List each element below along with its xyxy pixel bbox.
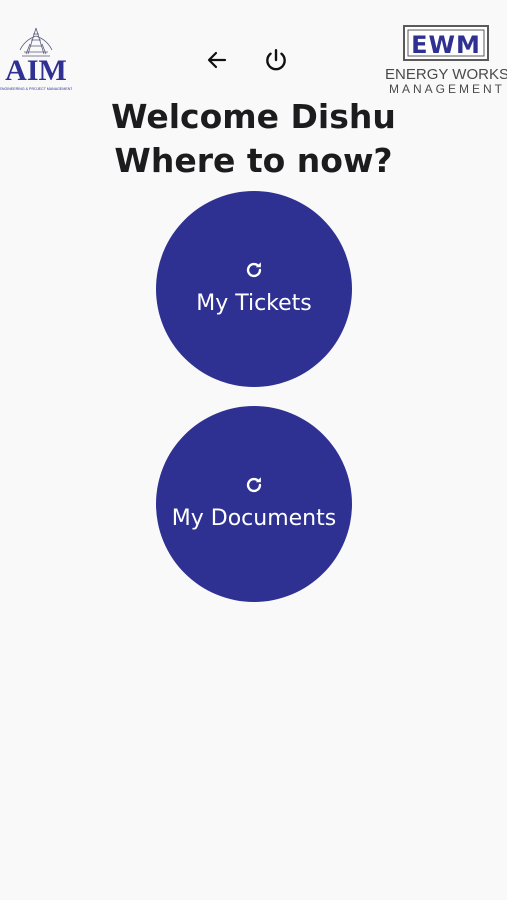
aim-logo-tagline: ENGINEERING & PROJECT MANAGEMENT xyxy=(0,87,72,91)
power-icon xyxy=(266,49,286,71)
aim-logo: AIM ENGINEERING & PROJECT MANAGEMENT xyxy=(0,24,72,96)
my-documents-button[interactable]: My Documents xyxy=(156,406,352,602)
page-title: Welcome Dishu Where to now? xyxy=(0,95,507,183)
refresh-icon xyxy=(246,261,262,277)
my-documents-label: My Documents xyxy=(171,505,337,531)
welcome-text: Welcome Dishu xyxy=(111,97,396,136)
refresh-icon xyxy=(246,476,262,492)
where-to-text: Where to now? xyxy=(114,141,393,180)
ewm-logo-mark: EWM xyxy=(411,31,481,59)
my-tickets-button[interactable]: My Tickets xyxy=(156,191,352,387)
home-screen: AIM ENGINEERING & PROJECT MANAGEMENT EWM… xyxy=(0,0,507,900)
ewm-logo-line1: ENERGY WORKS xyxy=(386,66,507,83)
arrow-left-icon xyxy=(207,51,227,69)
back-button[interactable] xyxy=(201,44,233,76)
ewm-logo: EWM ENERGY WORKS MANAGEMENT xyxy=(386,24,507,98)
logout-button[interactable] xyxy=(260,44,292,76)
ewm-logo-line2: MANAGEMENT xyxy=(389,82,505,96)
aim-logo-wordmark: AIM xyxy=(5,54,67,87)
my-tickets-label: My Tickets xyxy=(196,290,312,316)
